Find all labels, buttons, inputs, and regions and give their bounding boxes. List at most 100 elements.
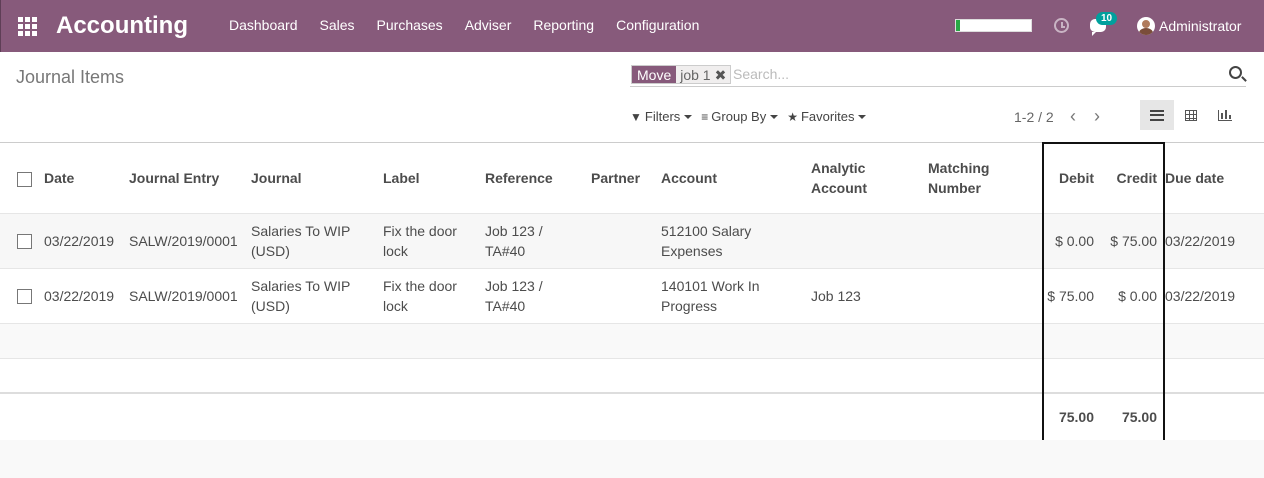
cell-account[interactable]: 512100 Salary Expenses: [657, 212, 807, 268]
table-icon: [1185, 109, 1197, 121]
filters-label: Filters: [644, 109, 681, 124]
total-debit: 75.00: [1041, 392, 1098, 440]
control-panel: Journal Items Move job 1✖ ▼Filters ≡Grou…: [0, 52, 1264, 143]
pager-arrows: ‹ ›: [1070, 106, 1100, 127]
search-bar: Move job 1 ✖: [630, 63, 1246, 87]
top-navbar: Accounting Dashboard Sales Purchases Adv…: [0, 0, 1264, 52]
pager-previous-icon[interactable]: ‹: [1070, 106, 1076, 127]
view-switcher: [1140, 100, 1242, 130]
totals-end: [1161, 392, 1264, 440]
column-header-account[interactable]: Account: [657, 143, 807, 213]
cell-debit[interactable]: $ 75.00: [1041, 267, 1098, 323]
totals-spacer: [0, 392, 1041, 440]
select-all-checkbox[interactable]: [17, 171, 32, 187]
empty-row: [0, 322, 1264, 358]
menu-adviser[interactable]: Adviser: [465, 17, 512, 33]
cell-journal-entry[interactable]: SALW/2019/0001: [125, 212, 247, 268]
group-by-label: Group By: [711, 109, 767, 124]
pivot-view-button[interactable]: [1174, 100, 1208, 130]
cell-journal-entry[interactable]: SALW/2019/0001: [125, 267, 247, 323]
cell-journal[interactable]: Salaries To WIP (USD): [247, 267, 379, 323]
column-header-journal-entry[interactable]: Journal Entry: [125, 143, 247, 213]
cell-credit[interactable]: $ 0.00: [1098, 267, 1161, 323]
column-header-analytic-account[interactable]: Analytic Account: [807, 143, 924, 213]
search-options: ▼ Filters ≡ Group By ★ Favorites: [630, 109, 875, 124]
menu-sales[interactable]: Sales: [320, 17, 355, 33]
cell-date[interactable]: 03/22/2019: [40, 212, 125, 268]
onboarding-progress-bar[interactable]: [955, 19, 1032, 32]
pager-next-icon[interactable]: ›: [1094, 106, 1100, 127]
table-row[interactable]: 03/22/2019 SALW/2019/0001 Salaries To WI…: [0, 212, 1264, 268]
message-count-badge: 10: [1096, 12, 1118, 25]
row-checkbox[interactable]: [17, 289, 32, 305]
list-view-button[interactable]: [1140, 100, 1174, 130]
filters-button[interactable]: ▼ Filters: [630, 109, 693, 124]
facet-label: Move: [632, 66, 677, 83]
cell-label[interactable]: Fix the door lock: [379, 212, 481, 268]
cell-credit[interactable]: $ 75.00: [1098, 212, 1161, 268]
cell-matching-number[interactable]: [924, 267, 1041, 323]
journal-items-table: Date Journal Entry Journal Label Referen…: [0, 143, 1264, 440]
column-header-partner[interactable]: Partner: [587, 143, 657, 213]
column-header-reference[interactable]: Reference: [481, 143, 587, 213]
cell-analytic-account[interactable]: [807, 212, 924, 268]
cell-partner[interactable]: [587, 267, 657, 323]
row-select-cell: [0, 267, 40, 323]
group-by-button[interactable]: ≡ Group By: [701, 109, 779, 124]
cell-reference[interactable]: Job 123 / TA#40: [481, 212, 587, 268]
main-menu: Dashboard Sales Purchases Adviser Report…: [229, 17, 721, 33]
pager-value[interactable]: 1-2 / 2: [1014, 109, 1054, 125]
empty-cell: [0, 322, 1264, 358]
cell-matching-number[interactable]: [924, 212, 1041, 268]
search-icon[interactable]: [1229, 66, 1242, 79]
filter-icon: ▼: [630, 109, 642, 124]
star-icon: ★: [787, 109, 798, 124]
column-header-matching-number[interactable]: Matching Number: [924, 143, 1041, 213]
cell-journal[interactable]: Salaries To WIP (USD): [247, 212, 379, 268]
column-header-due-date[interactable]: Due date: [1161, 143, 1264, 213]
menu-purchases[interactable]: Purchases: [377, 17, 443, 33]
column-header-label[interactable]: Label: [379, 143, 481, 213]
cell-date[interactable]: 03/22/2019: [40, 267, 125, 323]
facet-remove-icon[interactable]: ✖: [715, 67, 727, 83]
facet-value-wrap: job 1 ✖: [676, 66, 731, 83]
progress-fill: [956, 20, 960, 31]
caret-down-icon: [684, 114, 693, 119]
page-bottom: [0, 440, 1264, 478]
search-facet[interactable]: Move job 1 ✖: [631, 65, 732, 84]
favorites-button[interactable]: ★ Favorites: [787, 109, 867, 124]
app-title[interactable]: Accounting: [56, 12, 188, 40]
graph-view-button[interactable]: [1208, 100, 1242, 130]
cell-analytic-account[interactable]: Job 123: [807, 267, 924, 323]
cell-due-date[interactable]: 03/22/2019: [1161, 267, 1264, 323]
search-input[interactable]: [733, 66, 1213, 82]
cell-reference[interactable]: Job 123 / TA#40: [481, 267, 587, 323]
activity-clock-icon[interactable]: [1054, 18, 1069, 33]
row-select-cell: [0, 212, 40, 268]
user-avatar[interactable]: [1137, 17, 1155, 35]
menu-reporting[interactable]: Reporting: [533, 17, 594, 33]
cell-debit[interactable]: $ 0.00: [1041, 212, 1098, 268]
total-credit: 75.00: [1098, 392, 1161, 440]
cell-due-date[interactable]: 03/22/2019: [1161, 212, 1264, 268]
user-menu[interactable]: Administrator: [1159, 18, 1241, 34]
column-header-debit[interactable]: Debit: [1041, 143, 1098, 213]
totals-row: 75.00 75.00: [0, 392, 1264, 440]
caret-down-icon: [858, 114, 867, 119]
bars-icon: ≡: [701, 109, 709, 124]
empty-row: [0, 357, 1264, 393]
table-row[interactable]: 03/22/2019 SALW/2019/0001 Salaries To WI…: [0, 267, 1264, 323]
menu-configuration[interactable]: Configuration: [616, 17, 699, 33]
apps-menu-icon[interactable]: [18, 17, 37, 36]
column-header-date[interactable]: Date: [40, 143, 125, 213]
favorites-label: Favorites: [800, 109, 855, 124]
menu-dashboard[interactable]: Dashboard: [229, 17, 298, 33]
cell-account[interactable]: 140101 Work In Progress: [657, 267, 807, 323]
cell-partner[interactable]: [587, 212, 657, 268]
row-checkbox[interactable]: [17, 234, 32, 250]
page-title: Journal Items: [16, 67, 125, 87]
column-header-credit[interactable]: Credit: [1098, 143, 1161, 213]
list-icon: [1150, 109, 1164, 121]
cell-label[interactable]: Fix the door lock: [379, 267, 481, 323]
column-header-journal[interactable]: Journal: [247, 143, 379, 213]
